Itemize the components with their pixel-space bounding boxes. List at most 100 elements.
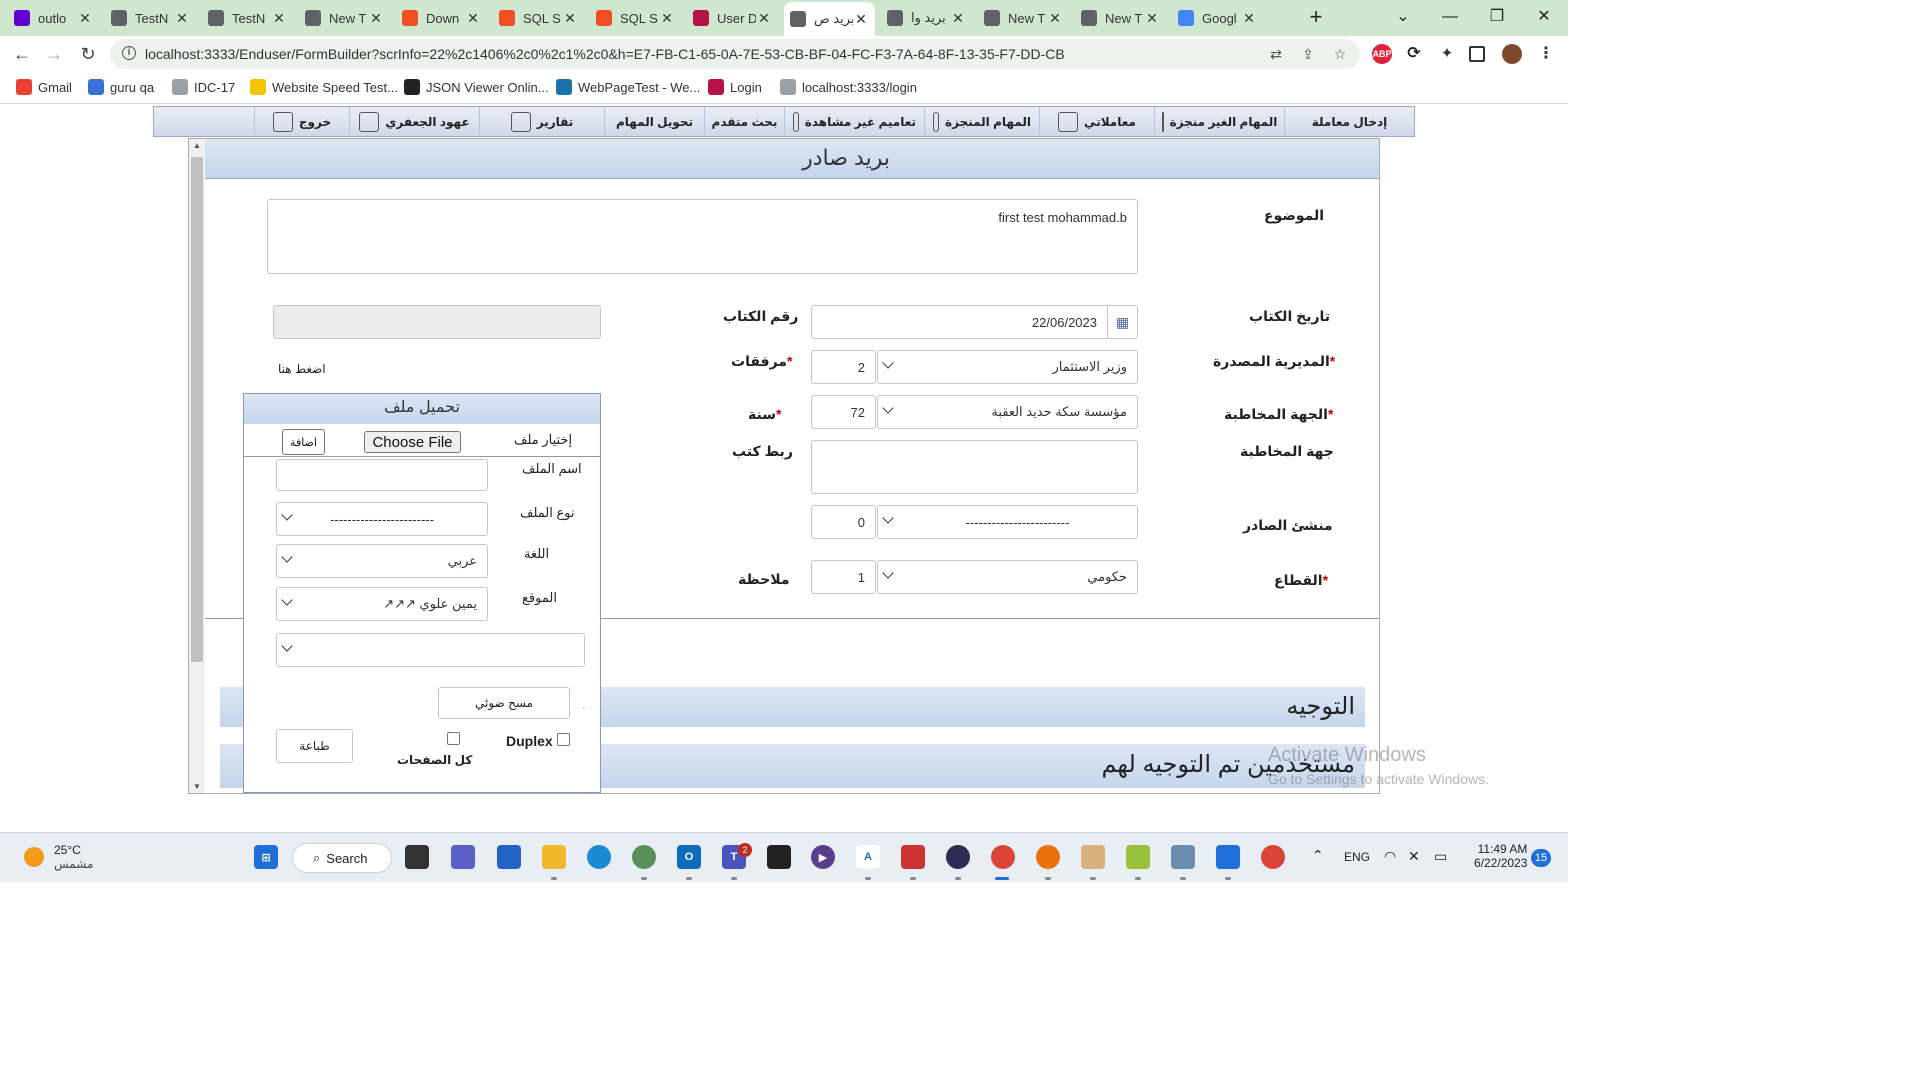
close-tab-icon[interactable]: ✕ <box>562 10 578 27</box>
bookmark-item[interactable]: localhost:3333/login <box>780 79 917 95</box>
close-window-button[interactable]: ✕ <box>1524 4 1564 30</box>
sync-extension-icon[interactable]: ⟳ <box>1404 44 1424 64</box>
print-button[interactable]: طباعة <box>276 729 353 763</box>
close-tab-icon[interactable]: ✕ <box>368 10 384 27</box>
menu-item[interactable]: المهام المنجزة <box>924 107 1039 136</box>
extensions-icon[interactable]: ✦ <box>1437 44 1457 64</box>
chrome-icon[interactable] <box>991 845 1015 869</box>
bookmark-star-icon[interactable]: ☆ <box>1331 45 1349 63</box>
scanner-select[interactable] <box>276 633 585 667</box>
browser-tab[interactable]: User D ✕ <box>687 4 778 32</box>
remote-desktop-icon[interactable] <box>1171 845 1195 869</box>
windows-start-icon[interactable]: ⊞ <box>254 845 278 869</box>
taskbar-search[interactable]: ⌕ Search <box>292 843 392 873</box>
azure-icon[interactable]: A <box>856 845 880 869</box>
browser-tab[interactable]: New T ✕ <box>1075 4 1166 32</box>
close-tab-icon[interactable]: ✕ <box>1144 10 1160 27</box>
sector-count-input[interactable]: 1 <box>811 560 876 594</box>
all-pages-checkbox[interactable] <box>447 732 460 745</box>
browser-tab[interactable]: New T ✕ <box>299 4 390 32</box>
menu-item[interactable]: المهام الغير منجزة <box>1154 107 1284 136</box>
bookmark-item[interactable]: Gmail <box>16 79 72 95</box>
scroll-thumb[interactable] <box>191 157 203 662</box>
browser-tab[interactable]: SQL S ✕ <box>590 4 681 32</box>
originator-count-input[interactable]: 0 <box>811 505 876 539</box>
snipping-tool-icon[interactable] <box>1126 845 1150 869</box>
chrome-canary-icon[interactable] <box>1036 845 1060 869</box>
volume-muted-icon[interactable]: ✕ <box>1408 848 1420 865</box>
reload-icon[interactable]: ↻ <box>76 42 100 66</box>
adblock-icon[interactable]: ABP <box>1372 44 1392 64</box>
subject-textarea[interactable]: first test mohammad.b <box>267 199 1138 274</box>
clock[interactable]: 11:49 AM 6/22/2023 <box>1474 842 1527 870</box>
calendar-icon[interactable]: ▦ <box>1107 306 1137 338</box>
browser-tab[interactable]: بريد وا ✕ <box>881 4 972 32</box>
year-input[interactable]: 72 <box>811 395 876 429</box>
browser-tab[interactable]: SQL S ✕ <box>493 4 584 32</box>
language-indicator[interactable]: ENG <box>1344 850 1370 864</box>
browser-tab[interactable]: New T ✕ <box>978 4 1069 32</box>
close-tab-icon[interactable]: ✕ <box>174 10 190 27</box>
sticky-app-icon[interactable] <box>767 845 791 869</box>
back-icon[interactable]: ← <box>10 42 34 66</box>
duplex-checkbox[interactable] <box>557 733 570 746</box>
notepad-icon[interactable] <box>1216 845 1240 869</box>
menu-item[interactable]: بحث متقدم <box>704 107 784 136</box>
translate-icon[interactable]: ⇄ <box>1267 45 1285 63</box>
bookmark-item[interactable]: Login <box>708 79 762 95</box>
browser-tab[interactable]: بريد ص ✕ <box>784 2 875 36</box>
chat-icon[interactable] <box>451 845 475 869</box>
edge-icon[interactable] <box>587 845 611 869</box>
url-text[interactable]: localhost:3333/Enduser/FormBuilder?scrIn… <box>145 46 1065 62</box>
choose-file-button[interactable]: Choose File <box>364 431 461 453</box>
close-tab-icon[interactable]: ✕ <box>1047 10 1063 27</box>
wifi-icon[interactable]: ◠ <box>1384 848 1396 865</box>
eclipse-icon[interactable] <box>946 845 970 869</box>
close-tab-icon[interactable]: ✕ <box>77 10 93 27</box>
issuing-directorate-select[interactable]: وزير الاستثمار <box>877 350 1138 384</box>
battery-icon[interactable]: ▭ <box>1434 848 1447 865</box>
scroll-up-icon[interactable]: ▲ <box>189 141 205 150</box>
show-hidden-icons-icon[interactable]: ⌃ <box>1312 847 1324 864</box>
chrome-profile-icon[interactable] <box>1261 845 1285 869</box>
browser-tab[interactable]: outlo ✕ <box>8 4 99 32</box>
menu-item[interactable]: خروج <box>254 107 349 136</box>
letter-number-input[interactable] <box>273 305 601 339</box>
tab-search-icon[interactable]: ⌄ <box>1383 4 1423 30</box>
bookmark-item[interactable]: JSON Viewer Onlin... <box>404 79 549 95</box>
close-tab-icon[interactable]: ✕ <box>271 10 287 27</box>
forward-icon[interactable]: → <box>42 42 66 66</box>
menu-item[interactable]: معاملاتي <box>1039 107 1154 136</box>
language-select[interactable]: عربي <box>276 544 488 578</box>
scroll-down-icon[interactable]: ▼ <box>189 782 205 791</box>
position-select[interactable]: يمين علوي ↗↗↗ <box>276 587 488 621</box>
site-info-icon[interactable]: i <box>122 46 136 60</box>
profile-avatar[interactable] <box>1502 44 1522 64</box>
browser-tab[interactable]: TestN ✕ <box>105 4 196 32</box>
side-panel-icon[interactable] <box>1469 46 1485 62</box>
letter-date-input[interactable]: 22/06/2023 ▦ <box>811 305 1138 339</box>
addressee-side-input[interactable] <box>811 440 1138 494</box>
menu-item[interactable]: تقارير <box>479 107 604 136</box>
share-icon[interactable]: ⇪ <box>1299 45 1317 63</box>
browser-tab[interactable]: Googl ✕ <box>1172 4 1263 32</box>
file-name-input[interactable] <box>276 459 488 491</box>
originator-select[interactable]: ------------------------ <box>877 505 1138 539</box>
menu-item[interactable]: عهود الجعفري <box>349 107 479 136</box>
click-here-link[interactable]: اضغط هنا <box>278 362 326 376</box>
file-type-select[interactable]: ------------------------ <box>276 502 488 536</box>
vertical-scrollbar[interactable]: ▲ ▼ <box>189 139 205 793</box>
browser-tab[interactable]: Down ✕ <box>396 4 487 32</box>
weather-widget[interactable]: 25°C مشمس <box>24 843 93 871</box>
bookmark-item[interactable]: Website Speed Test... <box>250 79 398 95</box>
close-tab-icon[interactable]: ✕ <box>465 10 481 27</box>
add-file-button[interactable]: اضافة <box>282 429 325 455</box>
addressee-select[interactable]: مؤسسة سكة حديد العقبة <box>877 395 1138 429</box>
browser-tab[interactable]: TestN ✕ <box>202 4 293 32</box>
file-explorer-icon[interactable] <box>542 845 566 869</box>
address-bar[interactable]: i localhost:3333/Enduser/FormBuilder?scr… <box>110 39 1360 69</box>
notification-badge[interactable]: 15 <box>1531 849 1551 867</box>
menu-item[interactable]: إدخال معاملة <box>1284 107 1414 136</box>
more-menu-icon[interactable]: ⋮ <box>1536 44 1556 64</box>
minimize-button[interactable]: — <box>1430 4 1470 30</box>
